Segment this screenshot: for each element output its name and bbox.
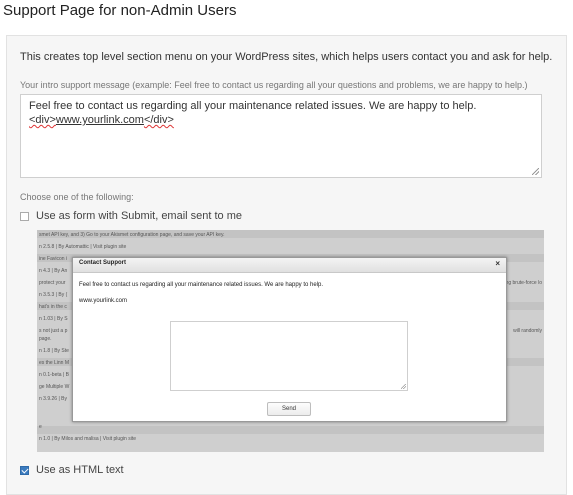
intro-link-text: www.yourlink.com <box>55 114 144 126</box>
panel-description: This creates top level section menu on y… <box>20 51 553 63</box>
modal-message: Feel free to contact us regarding all yo… <box>79 282 324 288</box>
preview-bg-line: s not just a p <box>39 328 68 334</box>
preview-bg-line: es the Linn M <box>39 360 70 366</box>
preview-bg-line: n 1.0 | By Milos and malisa | Visit plug… <box>39 436 136 442</box>
send-button[interactable]: Send <box>267 402 311 416</box>
preview-bg-line: hat's in the c <box>39 304 67 310</box>
settings-panel: This creates top level section menu on y… <box>6 35 567 495</box>
preview-bg-line: ng brute-force lo <box>505 280 542 286</box>
preview-bg-line: n 1.8 | By Ste <box>39 348 69 354</box>
modal-link[interactable]: www.yourlink.com <box>79 298 127 304</box>
intro-message-line1: Feel free to contact us regarding all yo… <box>29 100 477 112</box>
preview-bg-line: ge Multiple W <box>39 384 70 390</box>
option-form-label: Use as form with Submit, email sent to m… <box>36 210 243 222</box>
preview-bg-line: n 0.1-beta | B <box>39 372 69 378</box>
preview-bg-line: n 4.3 | By An <box>39 268 68 274</box>
contact-support-modal: Contact Support × Feel free to contact u… <box>72 257 507 422</box>
preview-bg-line: will randomly <box>513 328 542 334</box>
modal-header: Contact Support × <box>73 258 506 273</box>
preview-bg-line: page. <box>39 336 52 342</box>
preview-bg-line: n 1.03 | By S <box>39 316 68 322</box>
intro-message-textarea[interactable]: Feel free to contact us regarding all yo… <box>20 94 542 178</box>
page-title: Support Page for non-Admin Users <box>3 2 237 19</box>
preview-bg-line: n 3.9.26 | By <box>39 396 67 402</box>
preview-bg-line: smet API key, and 3) Go to your Akismet … <box>39 232 225 238</box>
preview-bg-line: e <box>39 424 42 430</box>
intro-tag-close: </div> <box>143 114 174 126</box>
preview-bg-line: ine Favicon i <box>39 256 68 262</box>
option-html-row[interactable]: Use as HTML text <box>20 464 124 476</box>
option-html-label: Use as HTML text <box>36 464 124 476</box>
modal-message-textarea[interactable] <box>170 321 408 391</box>
option-html-checkbox[interactable] <box>20 465 29 475</box>
preview-area: smet API key, and 3) Go to your Akismet … <box>37 230 544 452</box>
preview-bg-line: n 2.5.8 | By Automattic | Visit plugin s… <box>39 244 127 250</box>
close-icon[interactable]: × <box>495 259 500 268</box>
resize-grip-icon[interactable] <box>401 384 406 389</box>
intro-message-line2: <div>www.yourlink.com</div> <box>29 113 533 127</box>
intro-message-label: Your intro support message (example: Fee… <box>20 80 528 90</box>
preview-bg-line: n 3.5.3 | By ( <box>39 292 68 298</box>
option-form-row[interactable]: Use as form with Submit, email sent to m… <box>20 210 242 222</box>
option-form-checkbox[interactable] <box>20 211 29 221</box>
resize-grip-icon[interactable] <box>532 168 539 175</box>
intro-tag-open: <div> <box>29 114 56 126</box>
preview-bg-line: protect your <box>39 280 66 286</box>
modal-title: Contact Support <box>79 260 126 266</box>
choose-option-label: Choose one of the following: <box>20 192 134 202</box>
